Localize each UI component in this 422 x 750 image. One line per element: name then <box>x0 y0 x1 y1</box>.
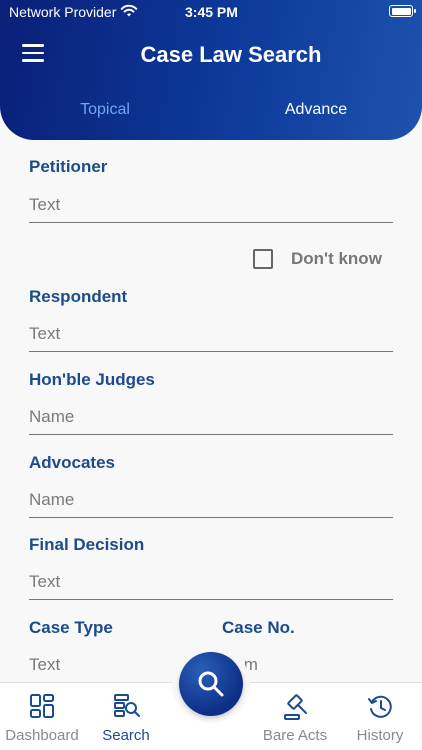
search-list-icon <box>114 694 140 717</box>
petitioner-label: Petitioner <box>29 157 108 176</box>
wifi-icon <box>120 4 138 17</box>
checkbox-icon[interactable] <box>253 249 273 269</box>
nav-dashboard[interactable]: Dashboard <box>0 683 84 750</box>
nav-dashboard-label: Dashboard <box>5 727 79 744</box>
respondent-input[interactable] <box>29 316 393 352</box>
status-time: 3:45 PM <box>185 4 238 20</box>
app-header: Network Provider 3:45 PM Case Law Search… <box>0 0 422 140</box>
judges-input[interactable] <box>29 399 393 435</box>
dont-know-checkbox[interactable]: Don't know <box>253 249 382 269</box>
battery-icon <box>389 5 416 17</box>
case-type-label: Case Type <box>29 618 113 637</box>
history-icon <box>368 695 392 718</box>
nav-bare-acts[interactable]: Bare Acts <box>253 683 337 750</box>
page-title: Case Law Search <box>140 42 322 67</box>
search-fab-button[interactable] <box>179 652 243 716</box>
tab-advance[interactable]: Advance <box>211 101 421 119</box>
status-bar: Network Provider 3:45 PM <box>0 0 422 26</box>
nav-search-label: Search <box>102 727 150 744</box>
nav-search[interactable]: Search <box>84 683 168 750</box>
gavel-icon <box>284 694 307 720</box>
nav-history-label: History <box>356 727 404 744</box>
tab-topical[interactable]: Topical <box>0 101 210 119</box>
final-decision-input[interactable] <box>29 564 393 600</box>
judges-label: Hon'ble Judges <box>29 370 155 389</box>
search-icon <box>198 671 224 697</box>
advocates-input[interactable] <box>29 482 393 518</box>
dont-know-label: Don't know <box>291 249 382 268</box>
dashboard-icon <box>30 694 54 718</box>
nav-bare-acts-label: Bare Acts <box>262 727 328 744</box>
petitioner-input[interactable] <box>29 187 393 223</box>
nav-history[interactable]: History <box>338 683 422 750</box>
respondent-label: Respondent <box>29 287 128 306</box>
final-decision-label: Final Decision <box>29 535 145 554</box>
advocates-label: Advocates <box>29 453 115 472</box>
carrier-name: Network Provider <box>9 4 117 20</box>
case-no-label: Case No. <box>222 618 295 637</box>
